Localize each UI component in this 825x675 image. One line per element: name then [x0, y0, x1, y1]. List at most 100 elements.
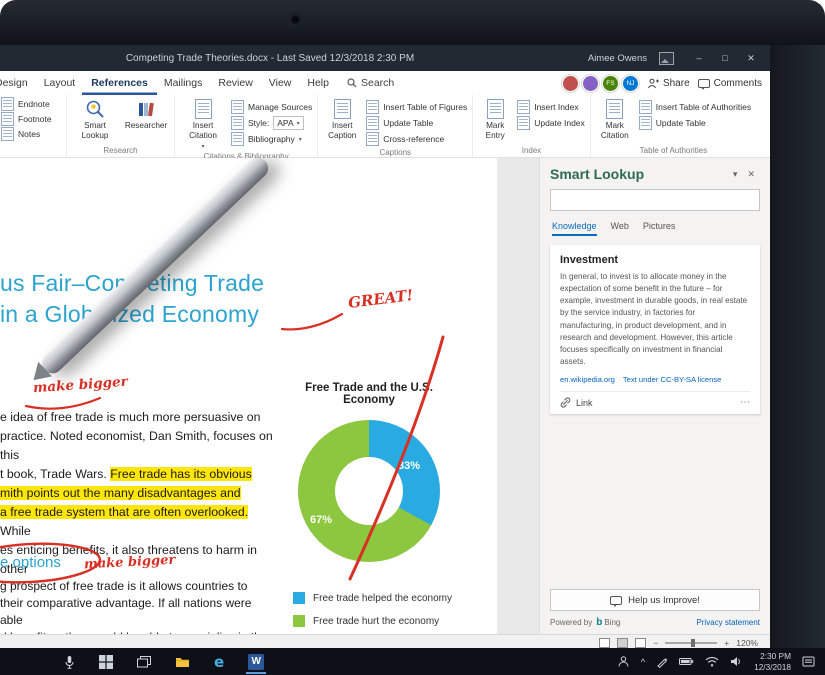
- avatar[interactable]: [562, 75, 579, 92]
- windows-logo-icon: [99, 655, 113, 669]
- insert-endnote-button[interactable]: Endnote: [1, 97, 50, 111]
- close-button[interactable]: ✕: [738, 53, 764, 64]
- mark-entry-button[interactable]: Mark Entry: [478, 97, 512, 141]
- notes-icon: [1, 127, 14, 141]
- taskbar-clock[interactable]: 2:30 PM 12/3/2018: [754, 651, 791, 673]
- web-layout-button[interactable]: [635, 638, 646, 648]
- show-hidden-icons-chevron[interactable]: ^: [641, 657, 645, 667]
- tab-web[interactable]: Web: [611, 221, 629, 236]
- canvas-background: [497, 158, 539, 634]
- insert-table-of-figures-button[interactable]: Insert Table of Figures: [366, 100, 467, 114]
- tab-review[interactable]: Review: [209, 71, 261, 95]
- comments-button[interactable]: Comments: [698, 78, 762, 89]
- privacy-statement-link[interactable]: Privacy statement: [696, 618, 760, 627]
- group-label-index: Index: [478, 144, 585, 157]
- smart-lookup-button[interactable]: Smart Lookup: [72, 97, 118, 141]
- device-bezel-top: [0, 0, 825, 45]
- help-us-improve-button[interactable]: Help us Improve!: [550, 589, 760, 611]
- legend-item: Free trade helped the economy: [293, 592, 452, 604]
- license-link[interactable]: Text under CC-BY-SA license: [623, 375, 721, 384]
- share-button[interactable]: Share: [647, 78, 690, 89]
- document-page[interactable]: us Fair–Competing Trade in a Globalized …: [0, 158, 497, 634]
- zoom-slider[interactable]: [665, 642, 717, 644]
- tab-help[interactable]: Help: [298, 71, 338, 95]
- tab-mailings[interactable]: Mailings: [155, 71, 212, 95]
- device-frame: Competing Trade Theories.docx - Last Sav…: [0, 0, 825, 675]
- mark-citation-button[interactable]: Mark Citation: [596, 97, 634, 141]
- highlighted-text: Free trade has its obvious: [110, 467, 252, 481]
- read-mode-button[interactable]: [599, 638, 610, 648]
- style-dropdown[interactable]: Style: APA▾: [231, 116, 312, 130]
- smart-lookup-pane: Smart Lookup ▾ ✕ Knowledge Web Pictures …: [539, 158, 770, 634]
- pane-options-chevron-icon[interactable]: ▾: [728, 169, 743, 180]
- pane-close-icon[interactable]: ✕: [742, 169, 760, 180]
- update-table-icon: [639, 116, 652, 130]
- action-center-icon[interactable]: [802, 656, 815, 668]
- update-index-button[interactable]: Update Index: [517, 116, 585, 130]
- zoom-level[interactable]: 120%: [736, 638, 758, 648]
- comment-icon: [698, 79, 710, 88]
- footnote-icon: [1, 112, 14, 126]
- insert-table-of-authorities-button[interactable]: Insert Table of Authorities: [639, 100, 751, 114]
- cross-reference-button[interactable]: Cross-reference: [366, 132, 467, 146]
- people-icon[interactable]: [617, 655, 630, 668]
- zoom-in-button[interactable]: +: [724, 638, 729, 648]
- tab-knowledge[interactable]: Knowledge: [552, 221, 597, 236]
- ribbon-display-icon[interactable]: [659, 52, 674, 65]
- caption-icon: [334, 99, 351, 119]
- chevron-down-icon: ▾: [299, 136, 302, 143]
- avatar[interactable]: NJ: [622, 75, 639, 92]
- chart-data-label: 33%: [398, 460, 420, 472]
- minimize-button[interactable]: –: [686, 53, 712, 64]
- more-options-icon[interactable]: ⋯: [740, 397, 750, 408]
- avatar[interactable]: [582, 75, 599, 92]
- source-link[interactable]: en.wikipedia.org: [560, 375, 615, 384]
- zoom-out-button[interactable]: −: [653, 638, 658, 648]
- chart-data-label: 67%: [310, 514, 332, 526]
- volume-icon[interactable]: [730, 656, 743, 667]
- bibliography-button[interactable]: Bibliography▾: [231, 132, 312, 146]
- card-body: In general, to invest is to allocate mon…: [560, 271, 750, 368]
- endnote-icon: [1, 97, 14, 111]
- edge-browser-icon[interactable]: e: [212, 650, 226, 674]
- next-footnote-button[interactable]: Footnote: [1, 112, 52, 126]
- task-view-button[interactable]: [135, 650, 153, 674]
- researcher-icon: [136, 99, 156, 119]
- insert-citation-button[interactable]: Insert Citation ▾: [180, 97, 226, 150]
- feedback-bubble-icon: [610, 596, 622, 605]
- ribbon-group-index: Mark Entry Insert Index Update Index Ind…: [473, 95, 591, 157]
- donut-chart[interactable]: 33% 67%: [298, 420, 440, 562]
- link-row[interactable]: Link ⋯: [560, 397, 750, 408]
- wifi-icon[interactable]: [705, 656, 719, 667]
- print-layout-button[interactable]: [617, 638, 628, 648]
- link-icon: [560, 397, 571, 408]
- show-notes-button[interactable]: Notes: [1, 127, 40, 141]
- start-button[interactable]: [97, 650, 115, 674]
- tab-design[interactable]: Design: [0, 71, 37, 95]
- maximize-button[interactable]: □: [712, 53, 738, 64]
- microphone-icon[interactable]: [62, 650, 77, 674]
- pane-tabs: Knowledge Web Pictures: [540, 211, 770, 236]
- pen-tray-icon[interactable]: [656, 656, 668, 668]
- tab-pictures[interactable]: Pictures: [643, 221, 676, 236]
- windows-taskbar: e W ^ 2:30 PM 12/3/2018: [0, 648, 825, 675]
- tab-layout[interactable]: Layout: [35, 71, 85, 95]
- citation-icon: [195, 99, 212, 119]
- manage-sources-button[interactable]: Manage Sources: [231, 100, 312, 114]
- update-authorities-table-button[interactable]: Update Table: [639, 116, 751, 130]
- tab-view[interactable]: View: [260, 71, 301, 95]
- document-subheading: e options: [0, 554, 61, 571]
- file-explorer-icon[interactable]: [173, 650, 192, 674]
- word-taskbar-icon[interactable]: W: [246, 650, 266, 674]
- avatar[interactable]: FS: [602, 75, 619, 92]
- search-box[interactable]: Search: [338, 71, 403, 95]
- zoom-slider-thumb[interactable]: [691, 639, 695, 647]
- tab-references[interactable]: References: [82, 71, 157, 95]
- lookup-search-input[interactable]: [550, 189, 760, 211]
- battery-icon[interactable]: [679, 657, 694, 666]
- mark-citation-icon: [606, 99, 623, 119]
- researcher-button[interactable]: Researcher: [123, 97, 169, 131]
- insert-index-button[interactable]: Insert Index: [517, 100, 585, 114]
- insert-caption-button[interactable]: Insert Caption: [323, 97, 361, 141]
- update-table-button[interactable]: Update Table: [366, 116, 467, 130]
